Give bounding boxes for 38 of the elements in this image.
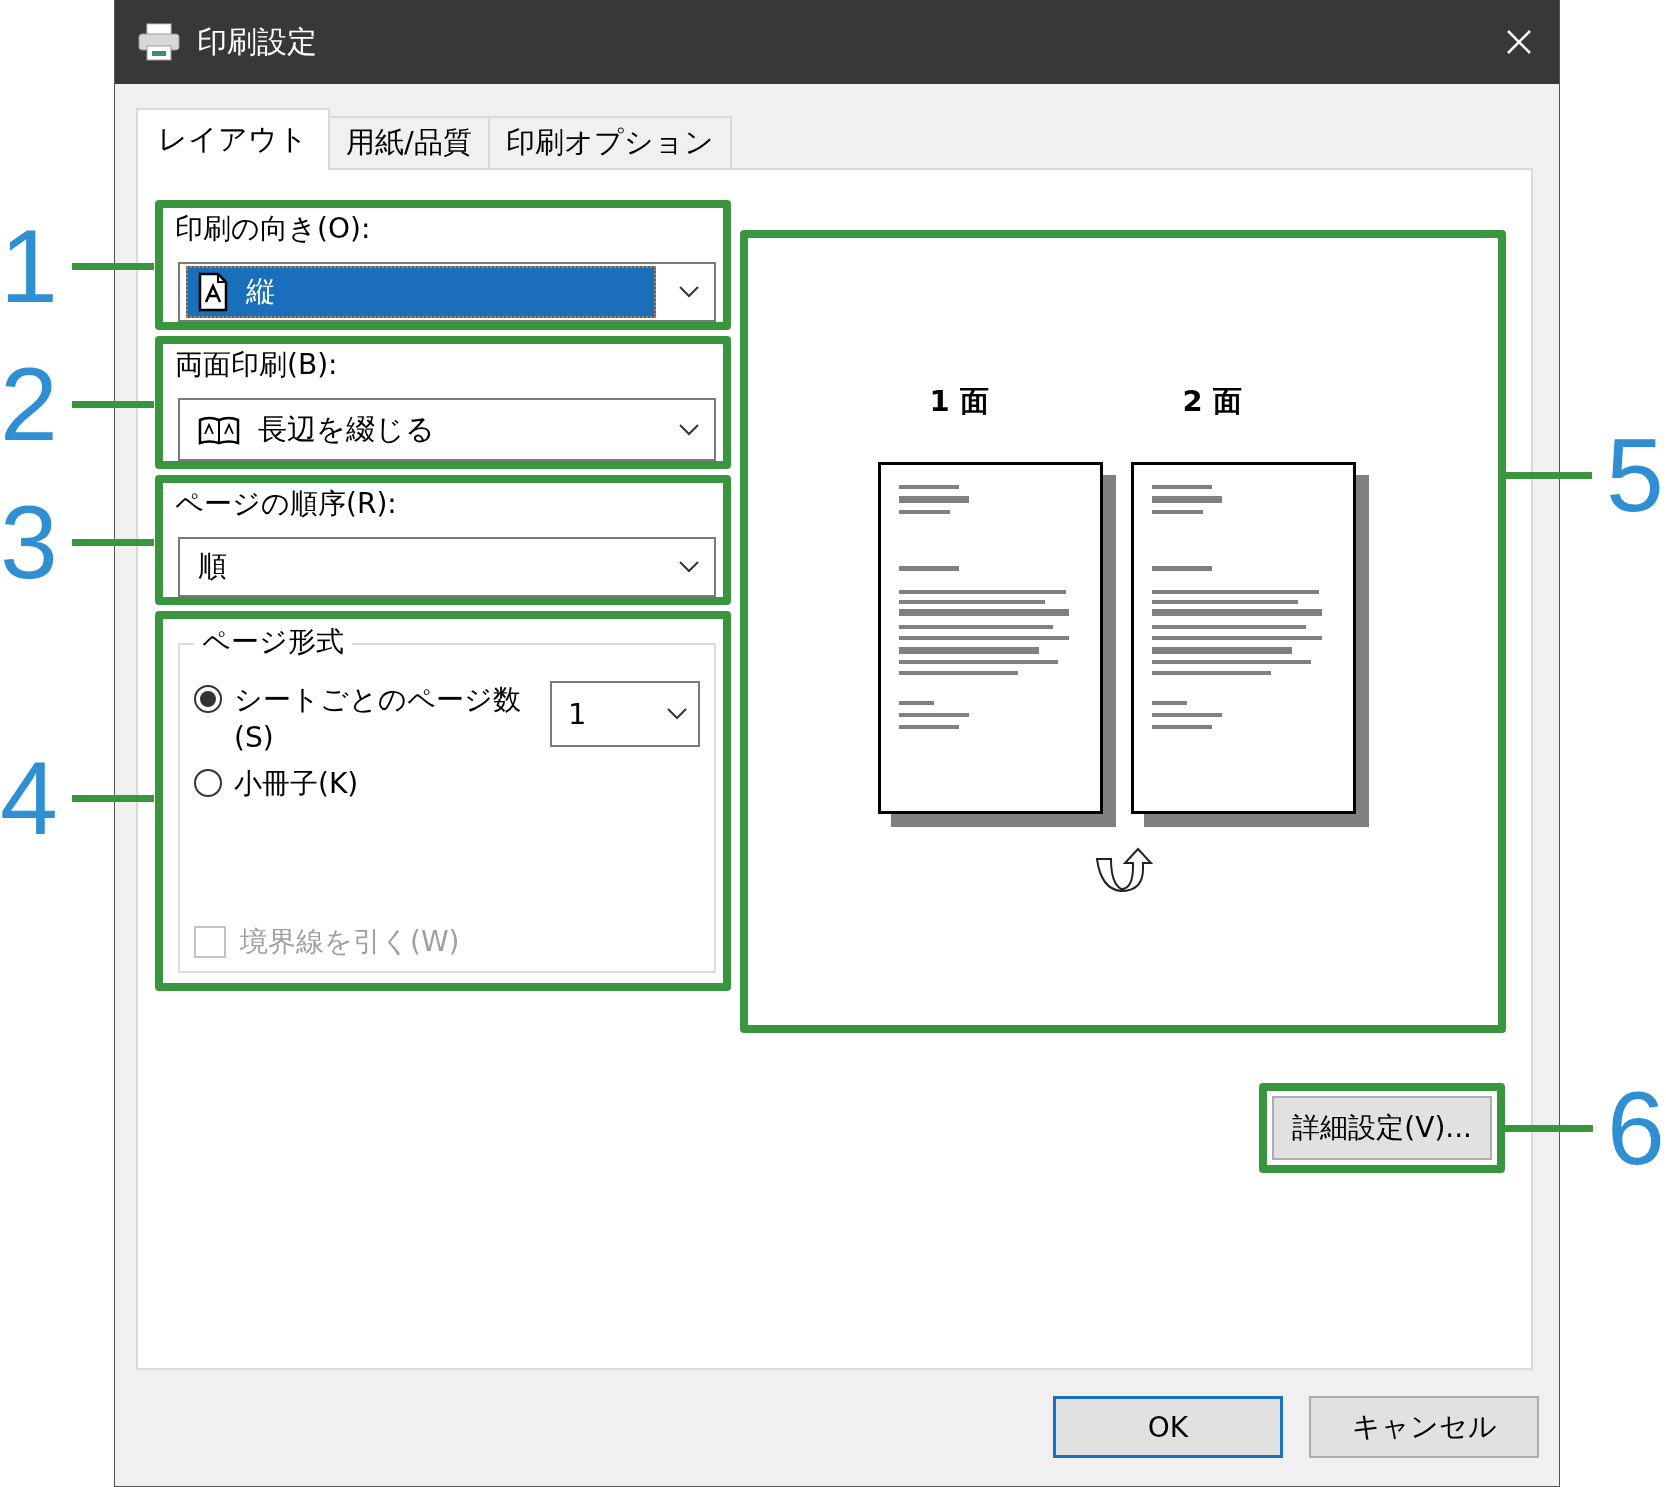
chevron-down-icon	[666, 707, 688, 721]
dialog-button[interactable]: OK	[1053, 1396, 1283, 1458]
dropdown-value: 縦	[246, 273, 275, 310]
radio-label: シートごとのページ数(S)	[234, 682, 522, 756]
field-label: ページの順序(R):	[174, 486, 398, 522]
page-label: 2 面	[1182, 383, 1242, 420]
document-icon	[198, 272, 228, 312]
chevron-down-icon	[678, 422, 700, 437]
window-title: 印刷設定	[197, 22, 318, 61]
callout-number: 1	[0, 214, 58, 318]
flip-arrow-icon	[1093, 845, 1153, 893]
tab[interactable]: レイアウト	[136, 108, 330, 170]
chevron-down-icon	[678, 560, 700, 574]
field-label: 両面印刷(B):	[174, 347, 339, 383]
field-label: 印刷の向き(O):	[174, 211, 372, 247]
checkbox-label: 境界線を引く(W)	[240, 924, 460, 960]
dropdown[interactable]: 縦	[178, 262, 716, 322]
dropdown-value: 順	[198, 548, 227, 585]
radio-label: 小冊子(K)	[234, 766, 360, 802]
advanced-settings-button[interactable]: 詳細設定(V)...	[1272, 1096, 1492, 1160]
dropdown[interactable]: 長辺を綴じる	[178, 398, 716, 461]
close-icon[interactable]	[1505, 28, 1533, 56]
printer-icon	[137, 22, 181, 62]
dropdown-value: 長辺を綴じる	[258, 410, 435, 448]
callout-number: 4	[0, 746, 58, 850]
tab[interactable]: 印刷オプション	[487, 116, 732, 168]
dialog-button[interactable]: キャンセル	[1309, 1396, 1539, 1458]
dropdown[interactable]: 順	[178, 537, 716, 597]
radio-button[interactable]	[194, 769, 222, 797]
dropdown-value: 1	[568, 697, 587, 731]
radio-button[interactable]	[194, 685, 222, 713]
callout-number: 3	[0, 490, 58, 594]
callout-number: 5	[1606, 423, 1664, 527]
callout-number: 6	[1607, 1076, 1665, 1180]
chevron-down-icon	[678, 285, 700, 299]
page-label: 1 面	[929, 383, 989, 420]
dropdown[interactable]: 1	[550, 681, 700, 747]
callout-number: 2	[0, 352, 58, 456]
